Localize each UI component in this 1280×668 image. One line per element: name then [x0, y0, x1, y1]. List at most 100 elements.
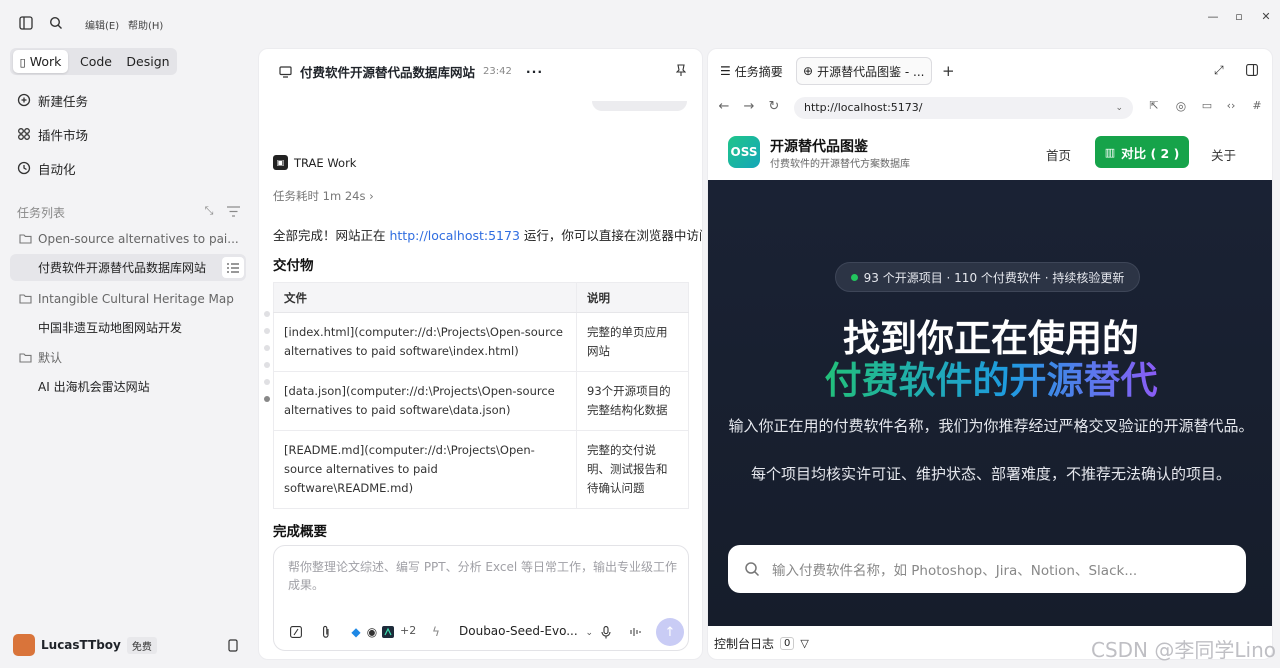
- filter-icon[interactable]: [226, 204, 240, 218]
- more-plugins-count[interactable]: +2: [400, 624, 416, 640]
- task-oss-database[interactable]: 付费软件开源替代品数据库网站: [10, 254, 246, 281]
- site-name: 开源替代品图鉴: [770, 139, 868, 155]
- clock-icon: [16, 160, 32, 176]
- chart-icon: ▥: [1104, 145, 1116, 159]
- task-heritage-map[interactable]: 中国非遗互动地图网站开发: [10, 314, 246, 341]
- user-name: LucasTTboy: [41, 638, 121, 652]
- console-log-bar[interactable]: 控制台日志 0 ▽: [714, 635, 809, 652]
- plugin-c-icon[interactable]: [380, 624, 396, 640]
- code-icon[interactable]: ‹›: [1222, 99, 1240, 117]
- plugin-a-icon[interactable]: ◆: [348, 624, 364, 640]
- menu-help[interactable]: 帮助(H): [128, 17, 163, 32]
- more-icon[interactable]: ···: [526, 64, 543, 79]
- title-bar: 编辑(E) 帮助(H) — ▫ ✕: [0, 0, 1280, 46]
- compare-button[interactable]: ▥ 对比 ( 2 ): [1095, 136, 1189, 168]
- panel-toggle-icon[interactable]: [1245, 63, 1259, 77]
- expand-icon[interactable]: ⤢: [1214, 63, 1224, 78]
- tab-task-summary[interactable]: ☰ 任务摘要: [720, 57, 783, 85]
- slash-command-icon[interactable]: [288, 624, 304, 640]
- compass-icon[interactable]: ◎: [1172, 99, 1190, 117]
- chat-panel: 付费软件开源替代品数据库网站 23:42 ··· ▣ TRAE Work 任务耗…: [258, 48, 703, 660]
- site-tagline: 付费软件的开源替代方案数据库: [770, 159, 910, 170]
- minimize-icon[interactable]: —: [1203, 10, 1223, 26]
- stats-pill: 93 个开源项目 · 110 个付费软件 · 持续核验更新: [835, 262, 1140, 292]
- table-cell-file[interactable]: [README.md](computer://d:\Projects\Open-…: [273, 430, 577, 509]
- folder-icon: [18, 233, 32, 244]
- hero-description-2: 每个项目均核实许可证、维护状态、部署难度，不推荐无法确认的项目。: [750, 465, 1231, 483]
- lightning-icon[interactable]: ϟ: [428, 624, 444, 640]
- agent-logo-icon: ▣: [273, 155, 288, 170]
- github-icon[interactable]: ◉: [364, 624, 380, 640]
- devices-icon[interactable]: ▭: [1198, 99, 1216, 117]
- microphone-icon[interactable]: [598, 624, 614, 640]
- table-header-desc: 说明: [576, 282, 689, 313]
- task-label: 中国非遗互动地图网站开发: [38, 321, 183, 335]
- task-label: AI 出海机会雷达网站: [38, 380, 150, 394]
- maximize-icon[interactable]: ▫: [1229, 10, 1249, 26]
- tab-work[interactable]: ▯ Work: [13, 50, 68, 73]
- nav-home[interactable]: 首页: [1046, 145, 1071, 164]
- plan-badge: 免费: [126, 636, 157, 654]
- plugin-market-button[interactable]: 插件市场: [16, 124, 88, 144]
- attach-icon[interactable]: [318, 624, 334, 640]
- collapse-icon[interactable]: ⤡: [202, 204, 216, 218]
- menu-edit[interactable]: 编辑(E): [85, 17, 119, 32]
- deliverables-table: 文件 说明 [index.html](computer://d:\Project…: [273, 282, 689, 509]
- voice-wave-icon[interactable]: [628, 624, 644, 640]
- site-logo[interactable]: OSS: [728, 136, 760, 168]
- model-selector[interactable]: Doubao-Seed-Evo... ⌄: [459, 624, 593, 638]
- tab-site-preview-label: 开源替代品图鉴 - ...: [817, 64, 925, 79]
- hero-section: 93 个开源项目 · 110 个付费软件 · 持续核验更新 找到你正在使用的 付…: [708, 180, 1272, 626]
- tab-design[interactable]: Design: [122, 50, 174, 73]
- filter-icon[interactable]: ▽: [800, 637, 808, 650]
- automation-button[interactable]: 自动化: [16, 158, 76, 178]
- task-list-title: 任务列表: [17, 206, 66, 220]
- search-icon[interactable]: [46, 13, 66, 33]
- folder-icon: [18, 352, 32, 363]
- chat-input[interactable]: 帮你整理论文综述、编写 PPT、分析 Excel 等日常工作，输出专业级工作成果…: [273, 545, 689, 651]
- summary-heading: 完成概要: [273, 524, 327, 540]
- agent-name: TRAE Work: [294, 155, 357, 170]
- task-label: 付费软件开源替代品数据库网站: [38, 261, 207, 275]
- folder-open-source[interactable]: Open-source alternatives to pai...: [10, 225, 246, 252]
- completion-pre: 全部完成！网站正在: [273, 228, 390, 243]
- folder-heritage-map[interactable]: Intangible Cultural Heritage Map: [10, 285, 246, 312]
- avatar: [13, 634, 35, 656]
- localhost-link[interactable]: http://localhost:5173: [389, 228, 519, 243]
- reload-icon[interactable]: ↻: [765, 99, 783, 117]
- folder-label: Intangible Cultural Heritage Map: [38, 291, 234, 306]
- plugin-market-label: 插件市场: [38, 127, 89, 143]
- folder-default[interactable]: 默认: [10, 344, 246, 371]
- task-list-icon[interactable]: [222, 257, 244, 278]
- folder-icon: [18, 293, 32, 304]
- tab-task-summary-label: 任务摘要: [734, 64, 783, 79]
- url-bar[interactable]: http://localhost:5173/ ⌄: [794, 97, 1133, 119]
- tab-code[interactable]: Code: [74, 50, 118, 73]
- agent-header: ▣ TRAE Work: [273, 155, 356, 170]
- hash-icon[interactable]: #: [1248, 99, 1266, 117]
- table-row: [data.json](computer://d:\Projects\Open-…: [273, 371, 689, 431]
- device-icon[interactable]: [226, 638, 240, 652]
- nav-about[interactable]: 关于: [1211, 145, 1236, 164]
- pin-icon[interactable]: [673, 62, 689, 78]
- user-profile[interactable]: LucasTTboy 免费: [13, 634, 157, 656]
- site-search-input[interactable]: 输入付费软件名称，如 Photoshop、Jira、Notion、Slack..…: [728, 545, 1246, 593]
- chevron-down-icon: ⌄: [585, 628, 594, 638]
- completion-message: 全部完成！网站正在 http://localhost:5173 运行，你可以直接…: [273, 225, 702, 244]
- task-duration[interactable]: 任务耗时 1m 24s ›: [273, 188, 374, 204]
- table-row: [README.md](computer://d:\Projects\Open-…: [273, 430, 689, 509]
- forward-icon[interactable]: →: [740, 99, 758, 117]
- table-cell-file[interactable]: [data.json](computer://d:\Projects\Open-…: [273, 371, 577, 431]
- send-button[interactable]: ↑: [656, 618, 684, 646]
- back-icon[interactable]: ←: [715, 99, 733, 117]
- task-ai-radar[interactable]: AI 出海机会雷达网站: [10, 373, 246, 400]
- previous-message-bubble: [592, 101, 687, 111]
- new-task-button[interactable]: 新建任务: [16, 90, 88, 110]
- console-count: 0: [780, 637, 795, 650]
- sidebar-toggle-icon[interactable]: [16, 13, 36, 33]
- close-icon[interactable]: ✕: [1256, 10, 1276, 26]
- table-cell-file[interactable]: [index.html](computer://d:\Projects\Open…: [273, 312, 577, 372]
- new-tab-button[interactable]: +: [942, 62, 955, 80]
- pointer-select-icon[interactable]: ⇱: [1145, 99, 1163, 117]
- tab-site-preview[interactable]: ⊕ 开源替代品图鉴 - ...: [796, 57, 932, 85]
